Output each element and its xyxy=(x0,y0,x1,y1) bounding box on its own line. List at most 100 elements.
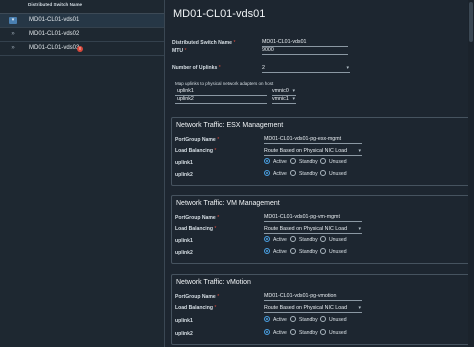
radio-selected-icon xyxy=(264,170,270,177)
radio-empty-icon xyxy=(320,329,326,336)
radio-label: Standby xyxy=(299,159,318,165)
load-balancing-select[interactable]: Route Based on Physical NIC Load ▾ xyxy=(264,304,362,313)
expand-icon[interactable]: » xyxy=(9,45,17,52)
portgroup-label: PortGroup Name * xyxy=(175,137,219,143)
radio-empty-icon xyxy=(290,248,296,255)
switch-row-vds01[interactable]: ▾ MD01-CL01-vds01 xyxy=(0,14,164,28)
required-mark: * xyxy=(217,137,220,143)
mtu-label-text: MTU xyxy=(172,48,184,54)
portgroup-input[interactable]: MD01-CL01-vds01-pg-vm-mgmt xyxy=(264,213,362,222)
load-balancing-select[interactable]: Route Based on Physical NIC Load ▾ xyxy=(264,225,362,234)
load-balancing-select[interactable]: Route Based on Physical NIC Load ▾ xyxy=(264,147,362,156)
portgroup-label: PortGroup Name * xyxy=(175,215,219,221)
switch-name-label-text: Distributed Switch Name xyxy=(172,40,233,46)
radio-label: Active xyxy=(273,330,287,336)
radio-label: Standby xyxy=(299,330,318,336)
radio-active[interactable]: Active xyxy=(264,248,287,256)
radio-standby[interactable]: Standby xyxy=(290,329,318,337)
switch-name: MD01-CL01-vds03 xyxy=(29,44,80,51)
card-esx-management: Network Traffic: ESX Management PortGrou… xyxy=(171,117,472,186)
uplink-map-caption: Map uplinks to physical network adapters… xyxy=(175,81,274,86)
nic1-select[interactable]: vmnic1 ▾ xyxy=(272,95,296,104)
card-vmotion: Network Traffic: vMotion PortGroup Name … xyxy=(171,274,472,345)
portgroup-label-text: PortGroup Name xyxy=(175,137,216,143)
uplink2-label: uplink2 xyxy=(175,250,193,256)
radio-active[interactable]: Active xyxy=(264,316,287,324)
switch-list-panel: Distributed Switch Name ▾ MD01-CL01-vds0… xyxy=(0,0,165,347)
load-balancing-label-text: Load Balancing xyxy=(175,305,213,311)
chevron-down-icon: ▾ xyxy=(358,305,361,311)
radio-active[interactable]: Active xyxy=(264,236,287,244)
radio-empty-icon xyxy=(290,158,296,165)
scrollbar-thumb[interactable] xyxy=(469,2,473,42)
card-title: Network Traffic: vMotion xyxy=(176,279,251,286)
switch-name: MD01-CL01-vds02 xyxy=(29,30,80,37)
uplink2-label: uplink2 xyxy=(175,172,193,178)
radio-label: Active xyxy=(273,237,287,243)
switch-row-vds03[interactable]: » MD01-CL01-vds03 ! xyxy=(0,42,164,56)
portgroup-input[interactable]: MD01-CL01-vds01-pg-esx-mgmt xyxy=(264,135,362,144)
radio-active[interactable]: Active xyxy=(264,329,287,337)
uplinks-count-label: Number of Uplinks * xyxy=(172,65,221,71)
chevron-down-icon: ▾ xyxy=(292,96,295,102)
radio-label: Unused xyxy=(329,249,347,255)
uplink1-value: uplink1 xyxy=(177,88,194,94)
radio-standby[interactable]: Standby xyxy=(290,158,318,166)
required-mark: * xyxy=(214,305,217,311)
radio-unused[interactable]: Unused xyxy=(320,316,347,324)
switch-row-vds02[interactable]: » MD01-CL01-vds02 xyxy=(0,28,164,42)
required-mark: * xyxy=(184,48,187,54)
radio-label: Standby xyxy=(299,249,318,255)
required-mark: * xyxy=(217,294,220,300)
radio-unused[interactable]: Unused xyxy=(320,158,347,166)
radio-label: Standby xyxy=(299,317,318,323)
radio-label: Unused xyxy=(329,159,347,165)
radio-active[interactable]: Active xyxy=(264,170,287,178)
radio-label: Active xyxy=(273,249,287,255)
load-balancing-label: Load Balancing * xyxy=(175,305,216,311)
radio-standby[interactable]: Standby xyxy=(290,170,318,178)
radio-unused[interactable]: Unused xyxy=(320,248,347,256)
uplinks-count-select[interactable]: 2 ▾ xyxy=(262,64,350,73)
uplink2-select[interactable]: uplink2 xyxy=(175,95,267,104)
radio-selected-icon xyxy=(264,158,270,165)
radio-empty-icon xyxy=(290,316,296,323)
radio-standby[interactable]: Standby xyxy=(290,316,318,324)
scrollbar-track[interactable] xyxy=(468,0,474,347)
radio-standby[interactable]: Standby xyxy=(290,236,318,244)
portgroup-label: PortGroup Name * xyxy=(175,294,219,300)
radio-unused[interactable]: Unused xyxy=(320,236,347,244)
required-mark: * xyxy=(233,40,236,46)
expand-icon[interactable]: » xyxy=(9,31,17,38)
page-title: MD01-CL01-vds01 xyxy=(173,8,266,20)
radio-label: Unused xyxy=(329,237,347,243)
radio-unused[interactable]: Unused xyxy=(320,170,347,178)
radio-selected-icon xyxy=(264,316,270,323)
radio-empty-icon xyxy=(320,236,326,243)
load-balancing-label: Load Balancing * xyxy=(175,148,216,154)
app-window: Distributed Switch Name ▾ MD01-CL01-vds0… xyxy=(0,0,474,347)
radio-label: Standby xyxy=(299,171,318,177)
radio-empty-icon xyxy=(320,316,326,323)
mtu-input[interactable]: 9000 xyxy=(262,46,348,55)
switch-list-header: Distributed Switch Name xyxy=(0,0,164,14)
radio-selected-icon xyxy=(264,236,270,243)
collapse-icon[interactable]: ▾ xyxy=(9,17,17,24)
switch-name-label: Distributed Switch Name * xyxy=(172,40,235,46)
radio-label: Standby xyxy=(299,237,318,243)
radio-standby[interactable]: Standby xyxy=(290,248,318,256)
uplink1-label: uplink1 xyxy=(175,238,193,244)
portgroup-label-text: PortGroup Name xyxy=(175,294,216,300)
error-icon: ! xyxy=(77,46,83,52)
portgroup-input[interactable]: MD01-CL01-vds01-pg-vmotion xyxy=(264,292,362,301)
card-title: Network Traffic: VM Management xyxy=(176,200,280,207)
required-mark: * xyxy=(214,226,217,232)
radio-active[interactable]: Active xyxy=(264,158,287,166)
switch-name: MD01-CL01-vds01 xyxy=(29,16,80,23)
mtu-label: MTU * xyxy=(172,48,186,54)
radio-label: Unused xyxy=(329,317,347,323)
radio-label: Unused xyxy=(329,171,347,177)
radio-unused[interactable]: Unused xyxy=(320,329,347,337)
uplinks-count-value: 2 xyxy=(262,65,265,71)
radio-empty-icon xyxy=(290,236,296,243)
